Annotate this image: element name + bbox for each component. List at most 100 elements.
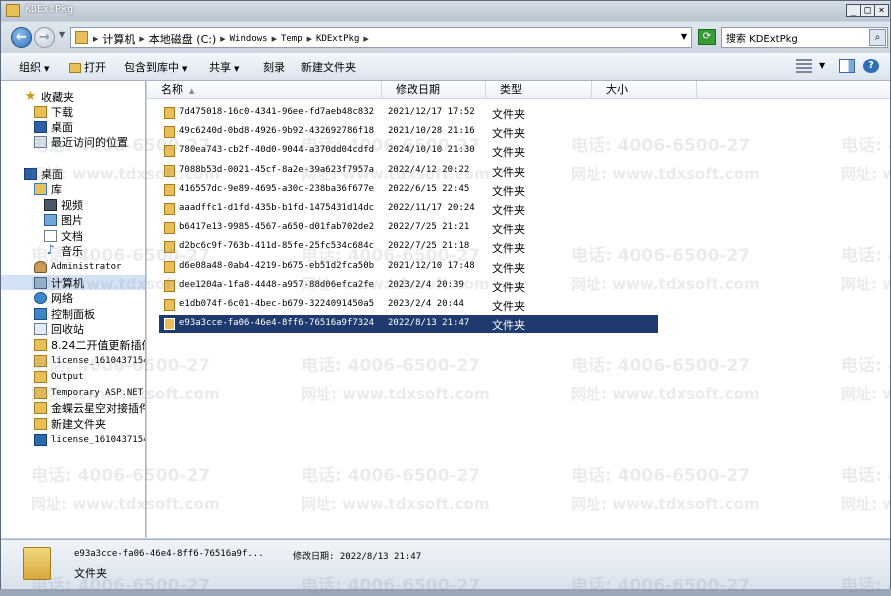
- folder-icon: [164, 318, 175, 331]
- sidebar-item-videos[interactable]: 视频: [44, 197, 83, 212]
- sidebar-item-label: 回收站: [51, 322, 84, 336]
- sidebar-item-desktop[interactable]: 桌面: [24, 166, 63, 181]
- sidebar-item-network[interactable]: 网络: [34, 290, 73, 305]
- chevron-right-icon[interactable]: ▶: [307, 35, 312, 43]
- column-header-date[interactable]: 修改日期: [382, 81, 486, 98]
- folder-icon: [164, 241, 175, 254]
- open-button[interactable]: 打开: [69, 59, 106, 75]
- details-pane: e93a3cce-fa06-46e4-8ff6-76516a9f... 修改日期…: [1, 539, 890, 589]
- column-header-size[interactable]: 大小: [592, 81, 697, 98]
- file-name: 7d475018-16c0-4341-96ee-fd7aeb48c832: [179, 107, 375, 117]
- file-row[interactable]: 780ea743-cb2f-40d0-9044-a370dd04cdfd 2024…: [159, 142, 658, 160]
- sidebar-item-temporary-asp[interactable]: Temporary ASP.NET: [34, 385, 143, 400]
- folder-icon: [75, 31, 88, 44]
- title-bar[interactable]: KDExtPkg _ □ ×: [1, 1, 890, 21]
- chevron-right-icon[interactable]: ▶: [220, 35, 225, 43]
- folder-icon: [164, 279, 175, 292]
- sidebar-item-license-2[interactable]: license_1610437154: [34, 432, 145, 447]
- minimize-button[interactable]: _: [846, 4, 861, 17]
- share-button[interactable]: 共享 ▼: [209, 59, 239, 75]
- sidebar-item-new-folder[interactable]: 新建文件夹: [34, 416, 106, 431]
- recent-pages-dropdown[interactable]: ▼: [59, 30, 65, 39]
- sidebar-item-music[interactable]: ♪ 音乐: [44, 243, 83, 258]
- breadcrumb-windows[interactable]: Windows: [230, 34, 268, 44]
- preview-pane-icon[interactable]: [839, 59, 855, 73]
- sidebar-item-label: license_1610437154: [51, 355, 146, 366]
- column-header-name[interactable]: 名称 ▲: [147, 81, 382, 98]
- file-name: b6417e13-9985-4567-a650-d01fab702de2: [179, 222, 375, 233]
- burn-button[interactable]: 刻录: [263, 59, 285, 75]
- file-row[interactable]: b6417e13-9985-4567-a650-d01fab702de2 2022…: [159, 219, 658, 237]
- file-list[interactable]: 名称 ▲ 修改日期 类型 大小 7d475018-16c0-4341-96ee-f…: [147, 81, 890, 538]
- search-icon[interactable]: ⌕: [869, 29, 886, 46]
- sidebar-item-recent-places[interactable]: 最近访问的位置: [34, 134, 128, 149]
- breadcrumb-computer[interactable]: 计算机: [102, 31, 135, 47]
- sidebar-item-control-panel[interactable]: 控制面板: [34, 306, 95, 321]
- recycle-bin-icon: [34, 322, 47, 335]
- include-library-button[interactable]: 包含到库中 ▼: [124, 59, 187, 75]
- column-header-type[interactable]: 类型: [486, 81, 592, 98]
- sidebar-item-label: 计算机: [51, 276, 84, 290]
- breadcrumb-local-disk[interactable]: 本地磁盘 (C:): [149, 31, 216, 47]
- sidebar-item-pictures[interactable]: 图片: [44, 212, 83, 227]
- document-icon: [44, 229, 57, 242]
- file-date: 2021/10/28 21:16: [388, 126, 475, 137]
- file-row[interactable]: dee1204a-1fa8-4448-a957-88d06efca2fe 2023…: [159, 277, 658, 295]
- search-input[interactable]: [726, 30, 856, 45]
- file-date: 2022/7/25 21:18: [388, 241, 470, 252]
- breadcrumb-temp[interactable]: Temp: [281, 34, 303, 44]
- maximize-button[interactable]: □: [860, 4, 875, 17]
- file-row[interactable]: e93a3cce-fa06-46e4-8ff6-76516a9f7324 2022…: [159, 315, 658, 334]
- folder-icon: [164, 183, 175, 196]
- sidebar-item-downloads[interactable]: 下载: [34, 104, 73, 119]
- recent-places-icon: [34, 135, 47, 148]
- address-bar-row: ← → ▼ ▶ 计算机 ▶ 本地磁盘 (C:) ▶ Windows ▶ Temp…: [1, 22, 890, 52]
- address-box[interactable]: ▶ 计算机 ▶ 本地磁盘 (C:) ▶ Windows ▶ Temp ▶ KDE…: [70, 27, 692, 48]
- file-row[interactable]: 7088b53d-0021-45cf-8a2e-39a623f7957a 2022…: [159, 162, 658, 180]
- search-box[interactable]: ⌕: [721, 27, 888, 48]
- sidebar-item-license-1[interactable]: license_1610437154: [34, 353, 146, 368]
- organize-label: 组织: [19, 61, 41, 74]
- file-row[interactable]: d2bc6c9f-763b-411d-85fe-25fc534c684c 2022…: [159, 238, 658, 256]
- sidebar-item-administrator[interactable]: Administrator: [34, 259, 121, 274]
- file-row[interactable]: 49c6240d-0bd8-4926-9b92-432692786f18 2021…: [159, 123, 658, 141]
- sidebar-item-output[interactable]: Output: [34, 369, 84, 384]
- file-row[interactable]: aaadffc1-d1fd-435b-b1fd-1475431d14dc 2022…: [159, 200, 658, 218]
- chevron-right-icon[interactable]: ▶: [272, 35, 277, 43]
- file-row[interactable]: 416557dc-9e89-4695-a30c-238ba36f677e 2022…: [159, 181, 658, 199]
- sidebar-item-label: Output: [51, 371, 84, 382]
- file-row[interactable]: d6e08a48-0ab4-4219-b675-eb51d2fca50b 2021…: [159, 258, 658, 276]
- view-dropdown-icon[interactable]: ▼: [819, 61, 825, 70]
- sidebar-item-desktop-fav[interactable]: 桌面: [34, 119, 73, 134]
- library-icon: [34, 182, 47, 195]
- close-button[interactable]: ×: [874, 4, 889, 17]
- sidebar-item-plugin-update[interactable]: 8.24二开值更新插件: [34, 337, 145, 352]
- file-name: 780ea743-cb2f-40d0-9044-a370dd04cdfd: [179, 145, 375, 156]
- navigation-pane[interactable]: ★ 收藏夹 下载 桌面 最近访问的位置 桌面 库 视频 图片 文档 ♪ 音乐 Adm…: [1, 81, 146, 538]
- forward-button[interactable]: →: [34, 27, 55, 48]
- file-name: 7088b53d-0021-45cf-8a2e-39a623f7957a: [179, 164, 375, 175]
- chevron-right-icon[interactable]: ▶: [93, 35, 98, 43]
- sidebar-item-kingdee-plugin[interactable]: 金蝶云星空对接插件: [34, 400, 145, 415]
- address-history-dropdown[interactable]: ▼: [681, 32, 687, 41]
- view-options-icon[interactable]: [796, 59, 812, 73]
- sidebar-item-favorites[interactable]: ★ 收藏夹: [24, 89, 74, 104]
- file-date: 2022/8/13 21:47: [388, 318, 470, 329]
- chevron-down-icon: ▼: [44, 65, 50, 73]
- details-modified-date: 修改日期: 2022/8/13 21:47: [293, 552, 422, 562]
- new-folder-button[interactable]: 新建文件夹: [301, 59, 356, 75]
- sidebar-item-libraries[interactable]: 库: [34, 181, 62, 196]
- chevron-right-icon[interactable]: ▶: [363, 35, 368, 43]
- organize-button[interactable]: 组织 ▼: [19, 59, 49, 75]
- back-button[interactable]: ←: [11, 27, 32, 48]
- refresh-icon[interactable]: ⟳: [698, 29, 716, 45]
- file-row[interactable]: 7d475018-16c0-4341-96ee-fd7aeb48c832 2021…: [159, 104, 658, 122]
- sidebar-item-documents[interactable]: 文档: [44, 228, 83, 243]
- sidebar-item-recycle-bin[interactable]: 回收站: [34, 321, 84, 336]
- folder-icon: [34, 354, 47, 367]
- help-icon[interactable]: ?: [863, 59, 879, 73]
- chevron-right-icon[interactable]: ▶: [139, 35, 144, 43]
- sidebar-item-computer[interactable]: 计算机: [1, 275, 145, 290]
- file-row[interactable]: e1db074f-6c01-4bec-b679-3224091450a5 2023…: [159, 296, 658, 314]
- breadcrumb-kdextpkg[interactable]: KDExtPkg: [316, 34, 359, 44]
